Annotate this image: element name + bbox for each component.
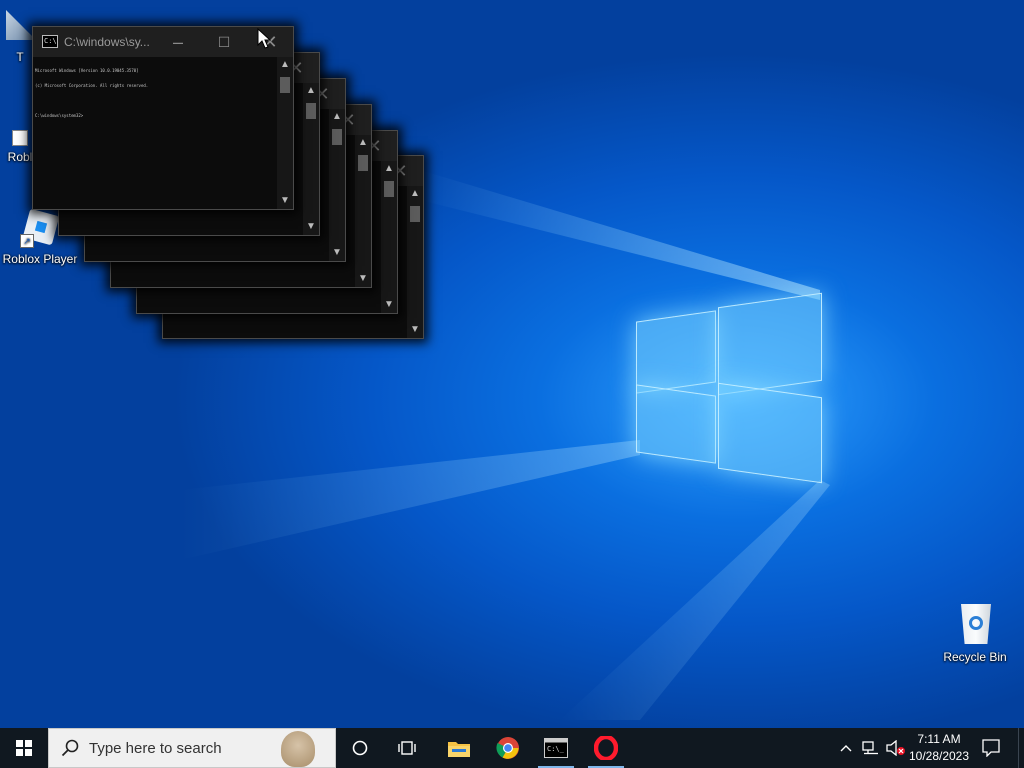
scrollbar[interactable]: ▲ ▼ xyxy=(355,135,371,287)
file-explorer-button[interactable] xyxy=(436,728,482,768)
roblox-icon: ↗ xyxy=(20,208,60,248)
task-view-icon xyxy=(398,741,416,755)
cmd-app-icon: C:\ xyxy=(42,35,58,48)
console-title: C:\windows\sy... xyxy=(64,35,150,49)
chevron-up-icon xyxy=(840,745,852,752)
console-line: (c) Microsoft Corporation. All rights re… xyxy=(35,83,149,88)
scrollbar[interactable]: ▲ ▼ xyxy=(381,161,397,313)
clock[interactable]: 7:11 AM 10/28/2023 xyxy=(906,728,972,768)
chrome-button[interactable] xyxy=(484,728,532,768)
opera-button[interactable] xyxy=(584,728,628,768)
scrollbar[interactable]: ▲ ▼ xyxy=(329,109,345,261)
cortana-button[interactable] xyxy=(338,728,382,768)
desktop-icon-partial-top-label: T xyxy=(16,50,24,64)
cortana-circle-icon xyxy=(352,740,368,756)
console-line: Microsoft Windows [Version 10.0.19045.35… xyxy=(35,68,139,73)
terminal-button[interactable]: C:\_ xyxy=(536,728,576,768)
opera-icon xyxy=(594,736,618,760)
search-placeholder: Type here to search xyxy=(89,740,222,757)
scrollbar[interactable]: ▲ ▼ xyxy=(407,186,423,338)
action-center-button[interactable] xyxy=(976,728,1006,768)
show-desktop-button[interactable] xyxy=(1018,728,1024,768)
network-icon xyxy=(862,741,878,755)
volume-button[interactable] xyxy=(884,728,908,768)
notification-icon xyxy=(982,739,1000,757)
console-window-front[interactable]: C:\ C:\windows\sy... – ☐ ✕ Microsoft Win… xyxy=(32,26,294,210)
console-line: C:\windows\system32> xyxy=(35,113,84,118)
desktop-icon-roblox-partial-label: Robl xyxy=(7,150,33,164)
desktop-icon-recycle-bin[interactable]: Recycle Bin xyxy=(935,600,1015,664)
clock-date: 10/28/2023 xyxy=(908,749,970,763)
search-box[interactable]: Type here to search xyxy=(48,728,336,768)
windows-wallpaper-logo xyxy=(636,290,822,484)
volume-muted-icon xyxy=(886,740,905,756)
start-button[interactable] xyxy=(0,728,48,768)
console-output[interactable]: Microsoft Windows [Version 10.0.19045.35… xyxy=(35,58,275,209)
scrollbar[interactable]: ▲ ▼ xyxy=(277,57,293,209)
desktop-icon-recycle-bin-label: Recycle Bin xyxy=(943,650,1007,664)
terminal-icon: C:\_ xyxy=(544,738,568,758)
taskbar: Type here to search C:\_ 7:11 AM 10/28/2… xyxy=(0,728,1024,768)
mouse-cursor-icon xyxy=(257,28,271,49)
scrollbar[interactable]: ▲ ▼ xyxy=(303,83,319,235)
file-explorer-icon xyxy=(448,742,470,757)
maximize-button[interactable]: ☐ xyxy=(201,27,247,57)
chrome-icon xyxy=(496,737,519,759)
show-hidden-icons-button[interactable] xyxy=(836,728,856,768)
search-icon xyxy=(61,739,79,757)
network-button[interactable] xyxy=(858,728,884,768)
windows-start-icon xyxy=(16,740,32,756)
console-titlebar[interactable]: C:\ C:\windows\sy... – ☐ ✕ xyxy=(33,27,293,57)
search-highlight-avatar xyxy=(281,731,315,767)
desktop: T Robl ↗ Roblox Player Recycle Bin ✕ ▲ ▼ … xyxy=(0,0,1024,728)
minimize-button[interactable]: – xyxy=(155,27,201,57)
recycle-bin-icon xyxy=(957,600,993,646)
desktop-icon-roblox-player-label: Roblox Player xyxy=(2,252,78,266)
svg-text:C:\_: C:\_ xyxy=(547,745,565,753)
task-view-button[interactable] xyxy=(386,728,430,768)
clock-time: 7:11 AM xyxy=(917,732,961,746)
